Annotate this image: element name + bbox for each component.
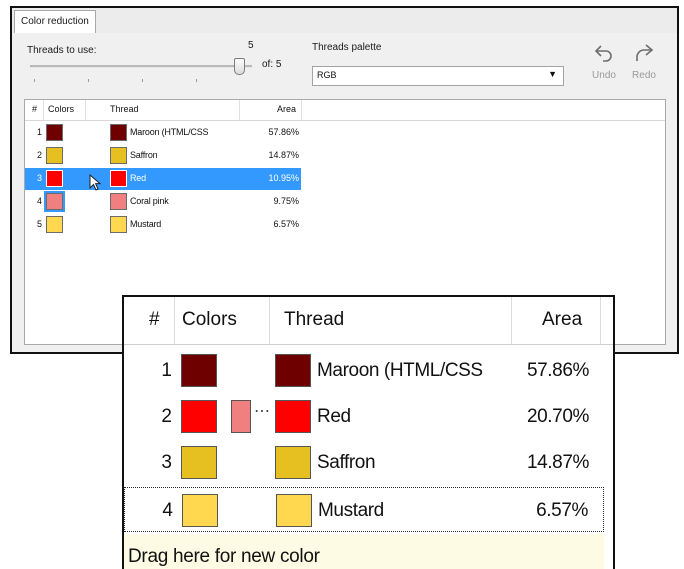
chevron-down-icon: ▼ (548, 69, 557, 79)
list-item[interactable]: 1 Maroon (HTML/CSS 57.86% (124, 348, 604, 393)
thread-name: Coral pink (130, 196, 169, 206)
undo-button[interactable]: Undo (586, 43, 622, 87)
zoomed-threads-list[interactable]: # Colors Thread Area 1 Maroon (HTML/CSS … (122, 295, 615, 569)
undo-icon (586, 43, 622, 65)
color-swatch[interactable] (46, 147, 63, 164)
threads-palette-select[interactable]: RGB ▼ (312, 66, 564, 86)
color-swatch[interactable] (181, 354, 217, 387)
thread-area: 20.70% (526, 406, 589, 427)
row-number: 4 (162, 500, 173, 521)
merged-color-swatch[interactable] (231, 400, 251, 433)
list-item[interactable]: 1 Maroon (HTML/CSS 57.86% (25, 122, 301, 144)
color-swatch[interactable] (181, 446, 217, 479)
threads-palette-label: Threads palette (312, 42, 382, 53)
row-number: 5 (36, 219, 42, 229)
tab-color-reduction[interactable]: Color reduction (14, 10, 96, 33)
thread-name: Red (317, 406, 351, 427)
color-swatch[interactable] (181, 400, 217, 433)
threads-slider-thumb[interactable] (234, 58, 245, 75)
drop-hint-text: Drag here for new color (128, 546, 320, 567)
redo-icon (626, 43, 662, 65)
row-number: 2 (161, 406, 172, 427)
column-header-thread[interactable]: Thread (284, 309, 344, 331)
thread-name: Mustard (130, 219, 162, 229)
column-divider[interactable] (301, 100, 302, 120)
thread-area: 6.57% (536, 500, 588, 521)
thread-swatch (110, 193, 127, 210)
slider-tick (196, 79, 197, 82)
column-header-number[interactable]: # (32, 104, 37, 114)
list-item[interactable]: 4 Coral pink 9.75% (25, 191, 301, 213)
thread-name: Maroon (HTML/CSS (317, 360, 483, 381)
thread-area: 14.87% (268, 150, 299, 160)
column-header-colors[interactable]: Colors (48, 104, 74, 114)
list-item-focused[interactable]: 4 Mustard 6.57% (124, 487, 604, 532)
thread-swatch (275, 446, 311, 479)
thread-swatch (110, 170, 127, 187)
column-header-area[interactable]: Area (542, 309, 582, 331)
list-item-selected[interactable]: 3 Red 10.95% (25, 168, 301, 191)
row-number: 1 (36, 127, 42, 137)
thread-swatch (275, 400, 311, 433)
list-item[interactable]: 2 Saffron 14.87% (25, 145, 301, 167)
list-item[interactable]: 2 ⋯ Red 20.70% (124, 394, 604, 439)
thread-area: 10.95% (268, 173, 299, 183)
redo-label: Redo (632, 70, 656, 81)
row-number: 1 (161, 360, 172, 381)
row-number: 3 (36, 173, 42, 183)
slider-tick (88, 79, 89, 82)
slider-tick (142, 79, 143, 82)
palette-selected-value: RGB (317, 70, 337, 80)
column-divider[interactable] (269, 297, 270, 344)
list-item[interactable]: 3 Saffron 14.87% (124, 440, 604, 485)
thread-area: 6.57% (273, 219, 299, 229)
merge-dots: ⋯ (254, 403, 270, 420)
new-color-drop-zone[interactable]: Drag here for new color (124, 534, 604, 569)
zoomed-list-header: # Colors Thread Area (124, 297, 613, 345)
thread-swatch (110, 216, 127, 233)
undo-label: Undo (592, 70, 616, 81)
column-header-number[interactable]: # (149, 309, 160, 331)
thread-area: 57.86% (526, 360, 589, 381)
thread-name: Mustard (318, 500, 384, 521)
row-number: 2 (36, 150, 42, 160)
mouse-pointer-icon (89, 174, 102, 191)
thread-swatch (110, 147, 127, 164)
thread-name: Red (130, 173, 146, 183)
column-header-colors[interactable]: Colors (182, 309, 237, 331)
slider-tick (34, 79, 35, 82)
column-divider[interactable] (600, 297, 601, 344)
color-swatch[interactable] (46, 216, 63, 233)
thread-area: 9.75% (273, 196, 299, 206)
column-divider[interactable] (239, 100, 240, 120)
threads-of-label: of: 5 (262, 59, 282, 70)
color-swatch[interactable] (46, 124, 63, 141)
threads-to-use-label: Threads to use: (27, 45, 97, 56)
thread-swatch (110, 124, 127, 141)
thread-name: Saffron (130, 150, 158, 160)
column-divider[interactable] (43, 100, 44, 120)
color-swatch[interactable] (46, 170, 63, 187)
column-divider[interactable] (85, 100, 86, 120)
column-header-area[interactable]: Area (277, 104, 296, 114)
column-header-thread[interactable]: Thread (110, 104, 139, 114)
row-number: 4 (36, 196, 42, 206)
color-swatch[interactable] (182, 494, 218, 527)
threads-slider-track[interactable] (30, 65, 252, 68)
color-swatch[interactable] (44, 191, 65, 212)
thread-area: 57.86% (268, 127, 299, 137)
thread-name: Saffron (317, 452, 376, 473)
redo-button[interactable]: Redo (626, 43, 662, 87)
list-item[interactable]: 5 Mustard 6.57% (25, 214, 301, 236)
threads-list-header: # Colors Thread Area (25, 100, 665, 121)
column-divider[interactable] (174, 297, 175, 344)
thread-swatch (276, 494, 312, 527)
tab-strip: Color reduction (12, 8, 677, 34)
row-number: 3 (161, 452, 172, 473)
threads-slider-value: 5 (248, 40, 254, 51)
thread-name: Maroon (HTML/CSS (130, 127, 209, 137)
thread-swatch (275, 354, 311, 387)
thread-area: 14.87% (526, 452, 589, 473)
column-divider[interactable] (511, 297, 512, 344)
